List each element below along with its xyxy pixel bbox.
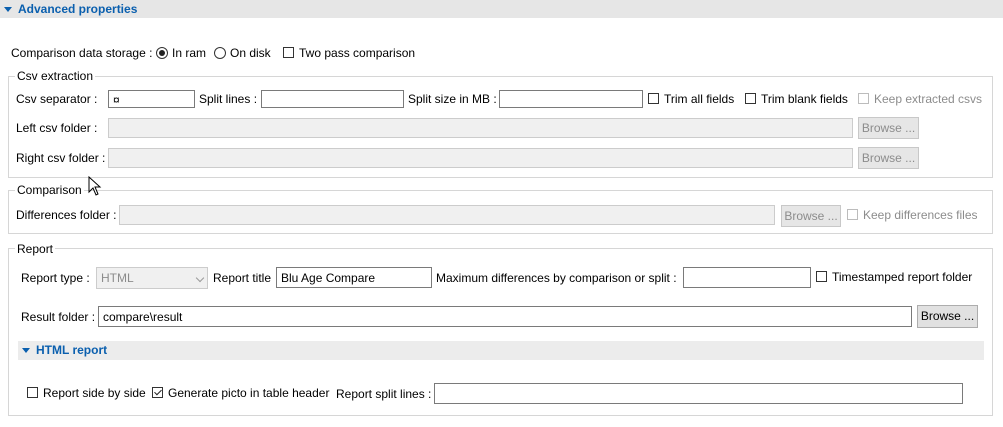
split-lines-input[interactable] [261, 90, 404, 108]
side-by-side-checkbox[interactable] [27, 387, 38, 398]
in-ram-radio[interactable] [156, 47, 168, 59]
trim-all-label[interactable]: Trim all fields [664, 91, 734, 107]
right-csv-folder-input[interactable] [108, 148, 853, 168]
csv-separator-input[interactable]: ¤ [108, 90, 195, 108]
left-csv-browse-button[interactable]: Browse ... [858, 117, 919, 139]
report-legend: Report [15, 242, 56, 256]
max-differences-label: Maximum differences by comparison or spl… [436, 271, 677, 285]
result-folder-input[interactable]: compare\result [98, 306, 912, 327]
report-type-label: Report type : [21, 271, 90, 285]
left-csv-folder-label: Left csv folder : [16, 121, 98, 135]
keep-differences-label: Keep differences files [863, 208, 978, 222]
right-csv-folder-label: Right csv folder : [16, 151, 106, 165]
timestamped-checkbox[interactable] [816, 271, 827, 282]
keep-differences-checkbox[interactable] [847, 209, 858, 220]
differences-folder-input[interactable] [119, 205, 775, 225]
csv-separator-label: Csv separator : [16, 92, 98, 106]
advanced-properties-title: Advanced properties [18, 2, 138, 16]
advanced-properties-header[interactable] [0, 0, 1003, 18]
split-size-label: Split size in MB : [408, 92, 497, 106]
storage-label: Comparison data storage : [11, 46, 153, 60]
timestamped-label[interactable]: Timestamped report folder [832, 269, 972, 285]
max-differences-input[interactable] [683, 267, 811, 288]
differences-folder-label: Differences folder : [16, 208, 117, 222]
csv-extraction-legend: Csv extraction [15, 69, 96, 83]
report-type-value: HTML [101, 271, 134, 285]
two-pass-checkbox[interactable] [283, 47, 294, 58]
advanced-properties-toggle[interactable]: Advanced properties [0, 0, 137, 18]
collapse-triangle-icon [4, 6, 12, 12]
report-title-input[interactable]: Blu Age Compare [276, 267, 432, 288]
left-csv-folder-input[interactable] [108, 118, 853, 138]
chevron-down-icon [195, 273, 205, 283]
trim-blank-checkbox[interactable] [745, 93, 756, 104]
picto-checkbox[interactable] [152, 387, 163, 398]
report-split-lines-input[interactable] [434, 383, 963, 404]
report-split-lines-label: Report split lines : [336, 387, 432, 401]
on-disk-label[interactable]: On disk [230, 45, 271, 61]
side-by-side-label[interactable]: Report side by side [43, 385, 146, 401]
two-pass-label[interactable]: Two pass comparison [299, 45, 415, 61]
trim-blank-label[interactable]: Trim blank fields [761, 91, 848, 107]
keep-extracted-label: Keep extracted csvs [874, 92, 983, 106]
html-report-toggle[interactable]: HTML report [18, 341, 107, 360]
result-folder-browse-button[interactable]: Browse ... [917, 305, 978, 328]
comparison-legend: Comparison [15, 183, 84, 197]
split-lines-label: Split lines : [199, 92, 258, 106]
trim-all-checkbox[interactable] [648, 93, 659, 104]
report-title-label: Report title [213, 271, 272, 285]
right-csv-browse-button[interactable]: Browse ... [858, 147, 919, 169]
picto-label[interactable]: Generate picto in table header [168, 385, 329, 401]
collapse-triangle-icon [22, 347, 30, 353]
mouse-cursor-icon [88, 176, 102, 196]
differences-browse-button[interactable]: Browse ... [781, 205, 841, 227]
html-report-header[interactable] [18, 341, 984, 360]
result-folder-label: Result folder : [21, 310, 96, 324]
html-report-title: HTML report [36, 343, 108, 357]
keep-extracted-checkbox[interactable] [858, 93, 869, 104]
on-disk-radio[interactable] [214, 47, 226, 59]
in-ram-label[interactable]: In ram [172, 45, 206, 61]
split-size-input[interactable] [499, 90, 643, 108]
report-type-select[interactable]: HTML [96, 267, 208, 289]
